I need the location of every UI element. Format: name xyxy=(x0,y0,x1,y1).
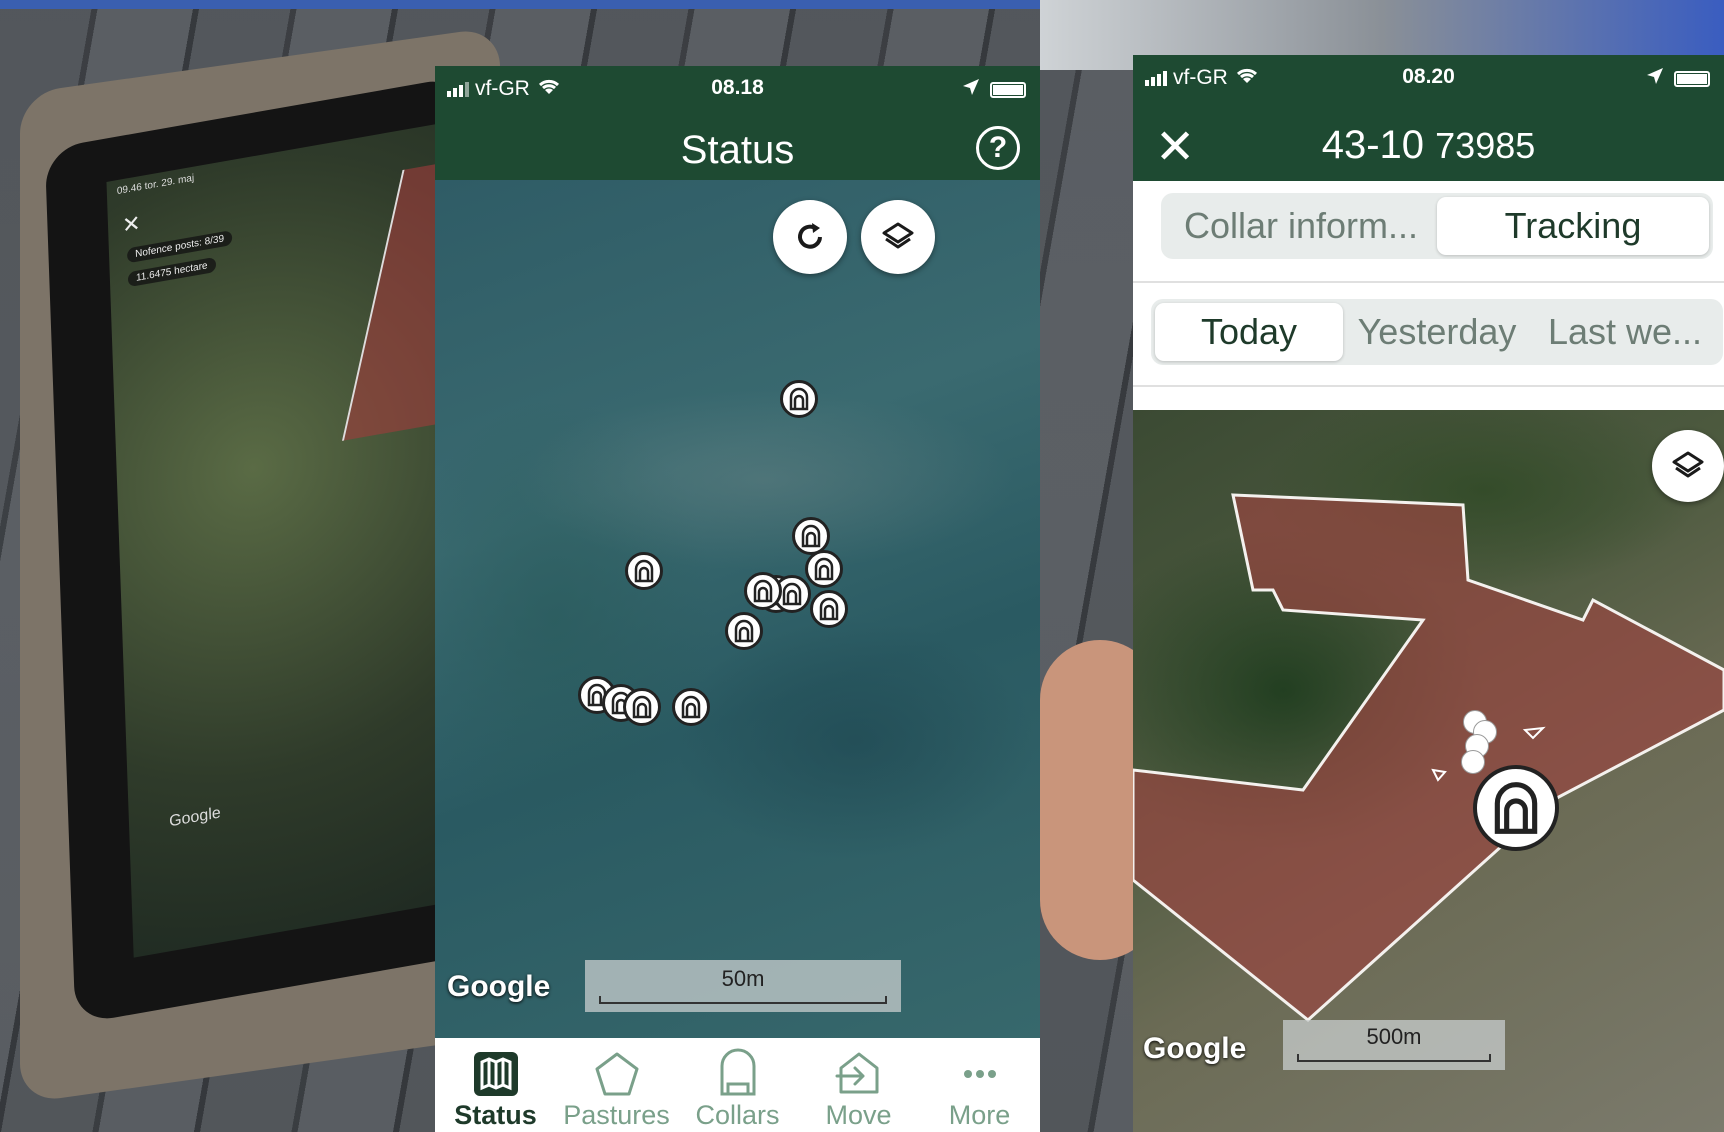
more-dots-icon xyxy=(963,1070,996,1078)
info-tracking-segmented-control: Collar inform... Tracking xyxy=(1161,193,1713,259)
collar-icon xyxy=(1494,782,1538,834)
layers-icon xyxy=(882,222,914,249)
collar-icon xyxy=(720,1048,755,1096)
battery-icon xyxy=(990,82,1026,98)
divider xyxy=(1133,281,1724,283)
page-title: Status xyxy=(680,128,795,172)
collar-location-pin[interactable] xyxy=(1473,765,1559,851)
tablet-google-logo: Google xyxy=(168,804,222,831)
collar-icon xyxy=(753,579,773,603)
clock-time: 08.20 xyxy=(1402,65,1455,88)
collar-pin[interactable] xyxy=(805,550,843,588)
tablet-area-chip: 11.6475 hectare xyxy=(127,256,216,288)
period-segmented-control: Today Yesterday Last we... xyxy=(1151,299,1723,365)
scale-bar xyxy=(1297,1054,1491,1062)
collar-icon xyxy=(632,695,652,719)
collar-pin[interactable] xyxy=(725,612,763,650)
tablet-close-icon[interactable]: ✕ xyxy=(122,210,141,239)
scale-label: 50m xyxy=(721,966,765,991)
divider xyxy=(1133,385,1724,387)
pentagon-icon xyxy=(595,1052,638,1096)
layers-icon xyxy=(1672,451,1704,478)
app-bar: Status ? xyxy=(435,116,1040,180)
location-arrow-icon xyxy=(962,78,980,102)
collar-pin[interactable] xyxy=(780,380,818,418)
collar-icon xyxy=(801,524,821,548)
collar-pin[interactable] xyxy=(623,688,661,726)
map-scale: 50m xyxy=(585,960,901,1012)
tracking-map[interactable]: Google 500m xyxy=(1133,410,1724,1132)
status-bar: vf-GR 08.20 xyxy=(1133,55,1724,111)
map-scale: 500m xyxy=(1283,1020,1505,1070)
collar-pin[interactable] xyxy=(744,572,782,610)
google-logo: Google xyxy=(447,970,551,1003)
phone-status-screen: vf-GR 08.18 Status ? Google 50m Status P… xyxy=(435,66,1040,1132)
phone-collar-detail-screen: vf-GR 08.20 ✕ 43-10 73985 Collar inform.… xyxy=(1133,55,1724,1132)
collar-icon xyxy=(789,387,809,411)
tablet-screen: 09.46 tor. 29. maj ✕ Nofence posts: 8/39… xyxy=(106,122,474,958)
google-logo: Google xyxy=(1143,1032,1247,1065)
tab-label: Collars xyxy=(695,1100,780,1130)
app-bar: ✕ 43-10 73985 xyxy=(1133,111,1724,181)
question-icon: ? xyxy=(988,131,1008,164)
tab-pastures[interactable]: Pastures xyxy=(556,1038,677,1132)
collar-icon xyxy=(782,582,802,606)
tab-collars[interactable]: Collars xyxy=(677,1038,798,1132)
tab-label: More xyxy=(948,1100,1011,1130)
collar-icon xyxy=(734,619,754,643)
status-bar: vf-GR 08.18 xyxy=(435,66,1040,116)
tab-status[interactable]: Status xyxy=(435,1038,556,1132)
tab-more[interactable]: More xyxy=(919,1038,1040,1132)
collar-title: 43-10 73985 xyxy=(1133,123,1724,168)
track-point[interactable] xyxy=(1461,750,1485,774)
collar-icon xyxy=(819,597,839,621)
segment-collar-info[interactable]: Collar inform... xyxy=(1165,197,1437,255)
tab-label: Move xyxy=(825,1100,892,1130)
tab-move[interactable]: Move xyxy=(798,1038,919,1132)
refresh-button[interactable] xyxy=(773,200,847,274)
collar-icon xyxy=(814,557,834,581)
collar-pin[interactable] xyxy=(672,688,710,726)
segment-today[interactable]: Today xyxy=(1155,303,1343,361)
tablet-posts-chip: Nofence posts: 8/39 xyxy=(126,230,233,264)
clock-time: 08.18 xyxy=(711,76,764,99)
layers-button[interactable] xyxy=(1652,430,1724,502)
bottom-tab-bar: Status Pastures Collars Move More xyxy=(435,1038,1040,1132)
tab-label: Status xyxy=(454,1100,537,1130)
tab-label: Pastures xyxy=(563,1100,670,1130)
location-arrow-icon xyxy=(1646,67,1664,91)
move-arrow-icon xyxy=(835,1052,878,1094)
segment-tracking[interactable]: Tracking xyxy=(1437,197,1709,255)
scale-bar xyxy=(599,996,887,1004)
map-icon xyxy=(473,1052,518,1096)
collar-pin[interactable] xyxy=(625,552,663,590)
collar-icon xyxy=(681,695,701,719)
refresh-icon xyxy=(798,223,822,249)
status-map[interactable]: Google 50m xyxy=(435,180,1040,1038)
collar-pin[interactable] xyxy=(810,590,848,628)
collar-title-id: 73985 xyxy=(1435,125,1536,166)
layers-button[interactable] xyxy=(861,200,935,274)
segment-last-week[interactable]: Last we... xyxy=(1531,303,1719,361)
battery-icon xyxy=(1674,71,1710,87)
segment-yesterday[interactable]: Yesterday xyxy=(1343,303,1531,361)
help-button[interactable]: ? xyxy=(976,126,1020,170)
collar-title-main: 43-10 xyxy=(1321,123,1425,167)
collar-icon xyxy=(634,559,654,583)
scale-label: 500m xyxy=(1366,1024,1422,1049)
